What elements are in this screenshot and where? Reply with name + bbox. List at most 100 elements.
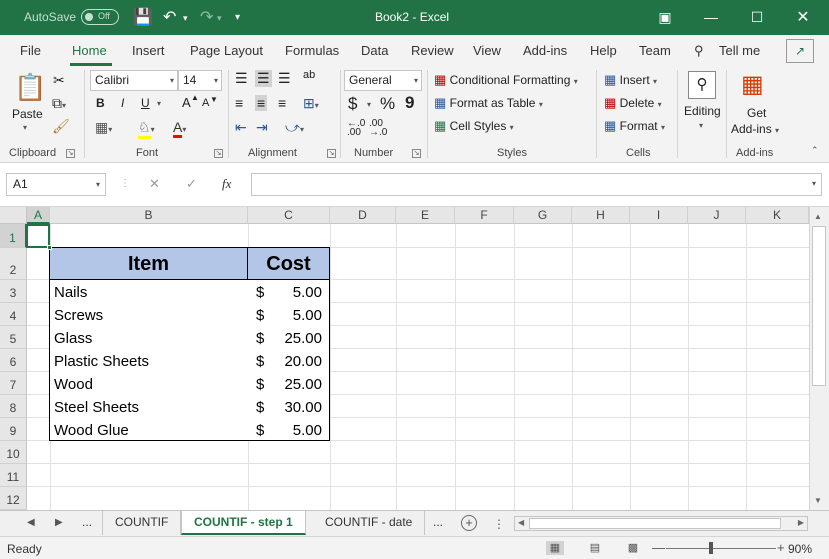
- grow-font-button[interactable]: A: [182, 95, 191, 110]
- row-header-1[interactable]: 1: [0, 224, 27, 248]
- alignment-launcher-icon[interactable]: ↘: [327, 149, 336, 158]
- insert-function-button[interactable]: fx: [222, 176, 231, 192]
- vertical-scrollbar[interactable]: ▲ ▼: [809, 207, 829, 510]
- undo-icon[interactable]: ↶: [163, 7, 176, 27]
- table-row[interactable]: Steel Sheets $ 30.00: [50, 396, 329, 419]
- name-box[interactable]: A1 ▾: [6, 173, 106, 196]
- add-sheet-icon[interactable]: +: [461, 515, 477, 531]
- tab-data[interactable]: Data: [361, 43, 388, 58]
- clipboard-icon[interactable]: 📋: [14, 72, 46, 103]
- column-header-g[interactable]: G: [514, 207, 572, 224]
- align-bottom-icon[interactable]: ☰: [278, 70, 291, 87]
- editing-dropdown-icon[interactable]: ▾: [699, 121, 703, 130]
- scroll-up-icon[interactable]: ▲: [814, 212, 822, 221]
- zoom-in-icon[interactable]: +: [777, 540, 785, 555]
- column-header-d[interactable]: D: [330, 207, 396, 224]
- normal-view-icon[interactable]: ▦: [546, 541, 564, 555]
- conditional-formatting-button[interactable]: ▦ Conditional Formatting ▾: [434, 72, 578, 88]
- increase-decimal-icon[interactable]: ←.0.00: [347, 119, 365, 138]
- row-header-9[interactable]: 9: [0, 418, 27, 441]
- fill-handle[interactable]: [47, 245, 52, 250]
- copy-icon[interactable]: ⧉▾: [52, 95, 66, 112]
- row-header-6[interactable]: 6: [0, 349, 27, 372]
- row-header-4[interactable]: 4: [0, 303, 27, 326]
- borders-icon[interactable]: ▦▾: [95, 119, 112, 136]
- horizontal-scrollbar[interactable]: ◀ ▶: [514, 516, 808, 531]
- table-row[interactable]: Wood $ 25.00: [50, 373, 329, 396]
- decrease-decimal-icon[interactable]: .00 →.0: [369, 119, 387, 138]
- zoom-slider-knob[interactable]: [709, 542, 713, 554]
- font-size-select[interactable]: 14 ▾: [178, 70, 222, 91]
- tab-addins[interactable]: Add-ins: [523, 43, 567, 58]
- row-header-10[interactable]: 10: [0, 441, 27, 464]
- undo-dropdown-icon[interactable]: ▾: [183, 13, 188, 24]
- paste-dropdown-icon[interactable]: ▾: [23, 123, 27, 132]
- page-break-view-icon[interactable]: ▩: [624, 541, 642, 555]
- paste-button[interactable]: Paste: [12, 107, 43, 121]
- confirm-entry-icon[interactable]: ✓: [186, 176, 197, 192]
- format-painter-icon[interactable]: 🖌: [52, 118, 70, 135]
- vertical-scroll-thumb[interactable]: [812, 226, 826, 386]
- tab-help[interactable]: Help: [590, 43, 617, 58]
- row-header-8[interactable]: 8: [0, 395, 27, 418]
- row-header-2[interactable]: 2: [0, 248, 27, 280]
- table-row[interactable]: Nails $ 5.00: [50, 281, 329, 304]
- tab-review[interactable]: Review: [411, 43, 454, 58]
- font-launcher-icon[interactable]: ↘: [214, 149, 223, 158]
- header-cell-item[interactable]: Item: [50, 248, 248, 280]
- italic-button[interactable]: I: [121, 96, 124, 110]
- share-icon[interactable]: ↗: [786, 39, 814, 63]
- sheet-tab-more-right[interactable]: ...: [421, 511, 455, 535]
- tab-team[interactable]: Team: [639, 43, 671, 58]
- sheet-tab-countif-step-1[interactable]: COUNTIF - step 1: [181, 511, 306, 535]
- minimize-icon[interactable]: —: [688, 4, 734, 31]
- align-left-icon[interactable]: ≡: [235, 95, 243, 111]
- active-cell-a1[interactable]: [26, 224, 52, 250]
- save-icon[interactable]: 💾: [133, 7, 153, 27]
- column-header-j[interactable]: J: [688, 207, 746, 224]
- scroll-down-icon[interactable]: ▼: [814, 496, 822, 505]
- next-sheet-icon[interactable]: ▶: [55, 517, 63, 528]
- column-header-b[interactable]: B: [50, 207, 248, 224]
- column-header-e[interactable]: E: [396, 207, 455, 224]
- column-header-i[interactable]: I: [630, 207, 688, 224]
- select-all-corner[interactable]: [0, 207, 27, 224]
- percent-button[interactable]: %: [380, 94, 395, 114]
- tab-formulas[interactable]: Formulas: [285, 43, 339, 58]
- table-row[interactable]: Screws $ 5.00: [50, 304, 329, 327]
- column-header-c[interactable]: C: [248, 207, 330, 224]
- tell-me-input[interactable]: Tell me: [719, 43, 760, 58]
- underline-dropdown-icon[interactable]: ▾: [157, 99, 161, 108]
- formula-input[interactable]: ▾: [251, 173, 822, 196]
- clipboard-launcher-icon[interactable]: ↘: [66, 149, 75, 158]
- decrease-indent-icon[interactable]: ⇤: [235, 119, 247, 136]
- font-name-select[interactable]: Calibri ▾: [90, 70, 178, 91]
- align-middle-icon[interactable]: ☰: [255, 70, 272, 87]
- wrap-text-icon[interactable]: ⤻▾: [285, 119, 304, 136]
- orientation-button[interactable]: ab: [303, 69, 315, 81]
- editing-button[interactable]: Editing: [684, 104, 721, 118]
- underline-button[interactable]: U: [141, 96, 150, 110]
- scroll-right-icon[interactable]: ▶: [798, 518, 804, 527]
- shrink-font-button[interactable]: A: [202, 97, 209, 109]
- worksheet-grid[interactable]: A B C D E F G H I J K 1 2 3 4 5 6 7 8 9 …: [0, 207, 809, 510]
- tab-split-grip-icon[interactable]: ⋮: [493, 517, 505, 531]
- tab-file[interactable]: File: [20, 43, 41, 58]
- row-header-3[interactable]: 3: [0, 280, 27, 303]
- format-cells-button[interactable]: ▦ Format ▾: [604, 118, 665, 134]
- get-addins-label[interactable]: Get: [747, 106, 766, 120]
- merge-center-icon[interactable]: ⊞▾: [303, 95, 319, 112]
- scroll-left-icon[interactable]: ◀: [518, 518, 524, 527]
- table-row[interactable]: Glass $ 25.00: [50, 327, 329, 350]
- bold-button[interactable]: B: [96, 96, 105, 110]
- tab-view[interactable]: View: [473, 43, 501, 58]
- number-format-select[interactable]: General ▾: [344, 70, 422, 91]
- column-header-k[interactable]: K: [746, 207, 809, 224]
- zoom-out-icon[interactable]: —: [652, 540, 665, 555]
- zoom-slider[interactable]: [666, 548, 776, 549]
- align-right-icon[interactable]: ≡: [278, 95, 286, 111]
- delete-cells-button[interactable]: ▦ Delete ▾: [604, 95, 662, 111]
- zoom-level[interactable]: 90%: [788, 542, 812, 556]
- row-header-7[interactable]: 7: [0, 372, 27, 395]
- horizontal-scroll-thumb[interactable]: [529, 518, 781, 529]
